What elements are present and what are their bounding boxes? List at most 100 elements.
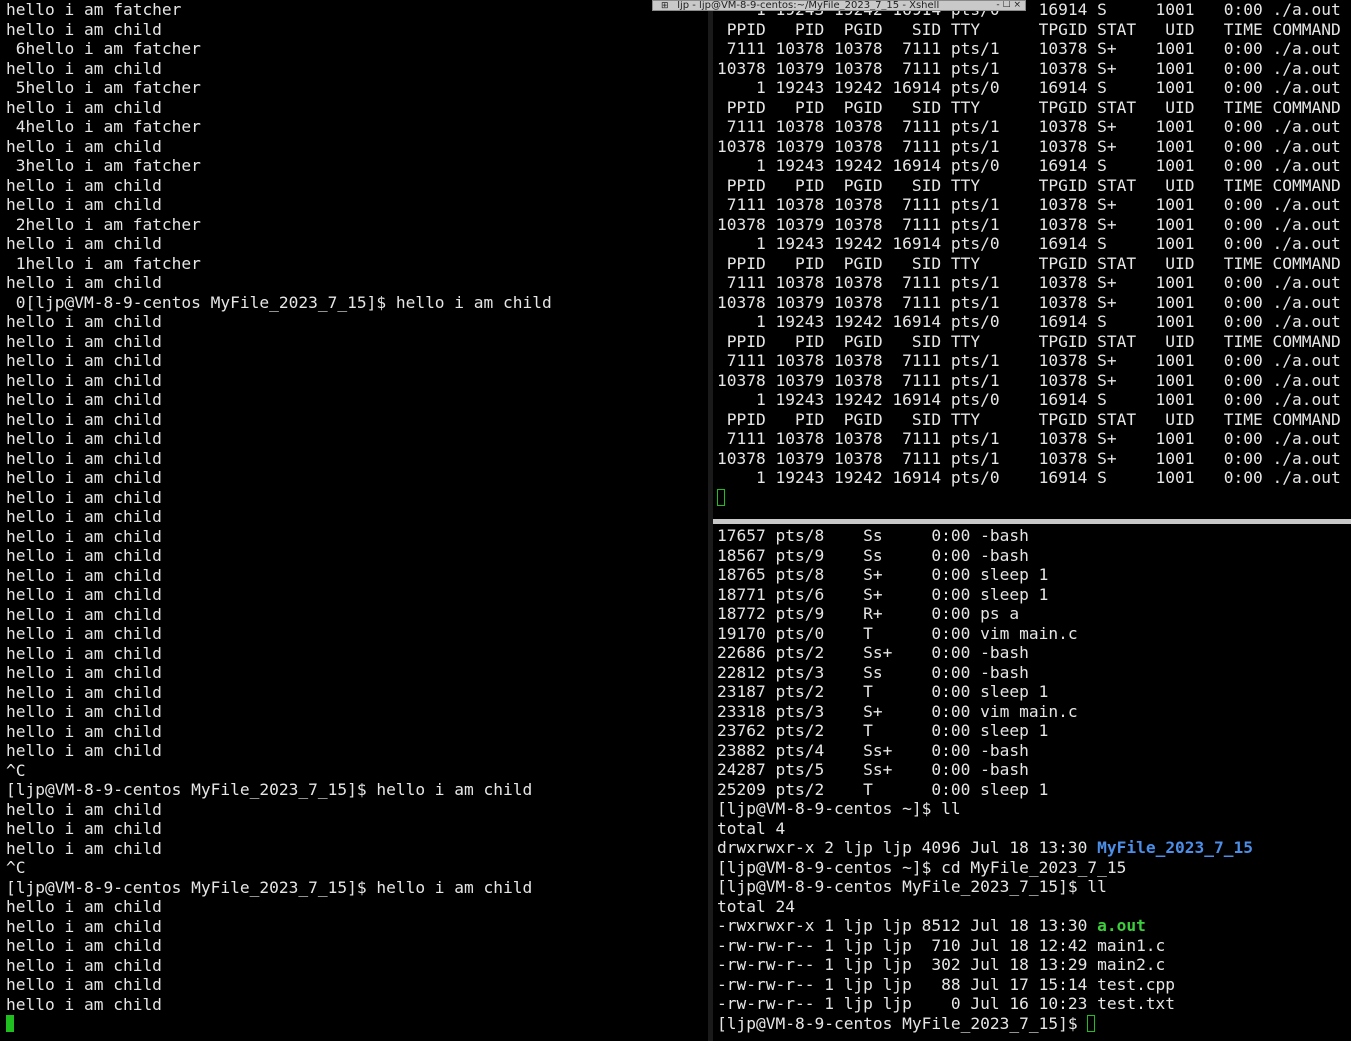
terminal-line: hello i am child (6, 604, 162, 624)
terminal-line: 4hello i am fatcher (6, 117, 201, 136)
terminal-line: hello i am child (6, 643, 162, 663)
ps-output-line: 10378 10379 10378 7111 pts/1 10378 S+ 10… (717, 448, 1341, 468)
ps-output-line: PPID PID PGID SID TTY TPGID STAT UID TIM… (717, 97, 1341, 117)
terminal-line: hello i am child (6, 468, 162, 487)
terminal-line: hello i am child (6, 507, 162, 526)
ps-output-line: PPID PID PGID SID TTY TPGID STAT UID TIM… (717, 253, 1341, 273)
terminal-line: hello i am child (6, 585, 162, 604)
terminal-line: 2hello i am fatcher (6, 214, 201, 234)
terminal-line: hello i am child (6, 351, 162, 370)
ls-entry-executable: -rwxrwxr-x 1 ljp ljp 8512 Jul 18 13:30 a… (717, 916, 1347, 936)
ps-output-line: 7111 10378 10378 7111 pts/1 10378 S+ 100… (717, 273, 1341, 292)
terminal-line: hello i am child (6, 234, 162, 253)
ps-output-line: 23187 pts/2 T 0:00 sleep 1 (717, 682, 1049, 701)
ps-output-line: PPID PID PGID SID TTY TPGID STAT UID TIM… (717, 331, 1341, 351)
ls-entry-details: -rwxrwxr-x 1 ljp ljp 8512 Jul 18 13:30 (717, 916, 1098, 935)
terminal-cursor (6, 1015, 14, 1032)
terminal-line: hello i am child (6, 97, 162, 117)
ps-output-line: 19170 pts/0 T 0:00 vim main.c (717, 623, 1078, 643)
ps-output-line: total 4 (717, 818, 786, 838)
terminal-line: hello i am child (6, 175, 162, 195)
terminal-line: hello i am child (6, 994, 162, 1014)
terminal-line: hello i am child (6, 663, 162, 682)
terminal-line: hello i am child (6, 526, 162, 546)
terminal-line: hello i am child (6, 799, 162, 819)
ps-output-line: 17657 pts/8 Ss 0:00 -bash (717, 526, 1029, 545)
terminal-line: hello i am child (6, 312, 162, 331)
terminal-line: hello i am child (6, 136, 162, 156)
terminal-cursor (1087, 1014, 1096, 1032)
ps-output-line: PPID PID PGID SID TTY TPGID STAT UID TIM… (717, 19, 1341, 39)
left-terminal-pane[interactable]: hello i am fatcher hello i am child 6hell… (0, 0, 708, 1041)
ps-output-line: 18765 pts/8 S+ 0:00 sleep 1 (717, 565, 1049, 584)
ps-output-line: 7111 10378 10378 7111 pts/1 10378 S+ 100… (717, 117, 1341, 136)
terminal-line: hello i am child (6, 546, 162, 565)
ps-output-line: 23762 pts/2 T 0:00 sleep 1 (717, 721, 1049, 740)
ps-output-line: 7111 10378 10378 7111 pts/1 10378 S+ 100… (717, 195, 1341, 214)
terminal-line: hello i am child (6, 838, 162, 858)
executable-name: a.out (1097, 916, 1146, 935)
ps-output-line: 22686 pts/2 Ss+ 0:00 -bash (717, 643, 1029, 662)
ps-output-line: 24287 pts/5 Ss+ 0:00 -bash (717, 760, 1029, 779)
ls-entry-details: drwxrwxr-x 2 ljp ljp 4096 Jul 18 13:30 (717, 838, 1098, 857)
terminal-line: hello i am child (6, 58, 162, 78)
terminal-line: hello i am child (6, 682, 162, 702)
terminal-line: hello i am child (6, 331, 162, 351)
window-title: ljp - ljp@VM-8-9-centos:~/MyFile_2023_7_… (677, 0, 940, 11)
terminal-line: hello i am child (6, 975, 162, 994)
terminal-line: 0[ljp@VM-8-9-centos MyFile_2023_7_15]$ h… (6, 292, 552, 312)
terminal-line: hello i am child (6, 916, 162, 936)
ps-output-line: 7111 10378 10378 7111 pts/1 10378 S+ 100… (717, 351, 1341, 370)
left-cursor-line (6, 1014, 708, 1034)
ls-entry-file: -rw-rw-r-- 1 ljp ljp 710 Jul 18 12:42 ma… (717, 935, 1166, 955)
terminal-line: hello i am child (6, 429, 162, 448)
ps-output-line: 22812 pts/3 Ss 0:00 -bash (717, 662, 1029, 682)
ps-output-line: 1 19243 19242 16914 pts/0 16914 S 1001 0… (717, 234, 1341, 253)
ps-output-line: 23882 pts/4 Ss+ 0:00 -bash (717, 740, 1029, 760)
terminal-line: [ljp@VM-8-9-centos MyFile_2023_7_15]$ he… (6, 877, 533, 897)
window-controls[interactable]: - ☐ × (996, 1, 1021, 10)
ps-output-line: 10378 10379 10378 7111 pts/1 10378 S+ 10… (717, 136, 1341, 156)
xshell-app-icon: ⊞ (661, 1, 669, 11)
shell-prompt-line[interactable]: [ljp@VM-8-9-centos MyFile_2023_7_15]$ (717, 1014, 1347, 1034)
terminal-line: 3hello i am fatcher (6, 156, 201, 175)
ps-output-line: 7111 10378 10378 7111 pts/1 10378 S+ 100… (717, 429, 1341, 448)
terminal-line: total 24 (717, 896, 795, 916)
ps-output-line: 1 19243 19242 16914 pts/0 16914 S 1001 0… (717, 312, 1341, 331)
ps-output-line: 1 19243 19242 16914 pts/0 16914 S 1001 0… (717, 156, 1341, 175)
ps-output-line: 10378 10379 10378 7111 pts/1 10378 S+ 10… (717, 292, 1341, 312)
ls-entry-file: -rw-rw-r-- 1 ljp ljp 302 Jul 18 13:29 ma… (717, 955, 1166, 974)
terminal-line: hello i am child (6, 702, 162, 721)
terminal-line: hello i am child (6, 409, 162, 429)
ls-entry-directory: drwxrwxr-x 2 ljp ljp 4096 Jul 18 13:30 M… (717, 838, 1347, 858)
terminal-line: hello i am child (6, 565, 162, 585)
left-terminal-output: hello i am fatcher hello i am child 6hell… (6, 0, 708, 1034)
terminal-cursor (717, 488, 725, 506)
bottom-right-terminal-output: 17657 pts/8 Ss 0:00 -bash 18567 pts/9 Ss … (717, 526, 1347, 1033)
ps-output-line: [ljp@VM-8-9-centos ~]$ ll (717, 799, 961, 818)
ps-output-line: 18771 pts/6 S+ 0:00 sleep 1 (717, 584, 1049, 604)
ps-output-line: 25209 pts/2 T 0:00 sleep 1 (717, 779, 1049, 799)
ls-entry-file: -rw-rw-r-- 1 ljp ljp 88 Jul 17 15:14 tes… (717, 974, 1176, 994)
terminal-line: ^C (6, 858, 26, 877)
terminal-line: hello i am child (6, 19, 162, 39)
ps-output-line: 10378 10379 10378 7111 pts/1 10378 S+ 10… (717, 58, 1341, 78)
terminal-line: [ljp@VM-8-9-centos ~]$ cd MyFile_2023_7_… (717, 857, 1127, 877)
ps-output-line: 18772 pts/9 R+ 0:00 ps a (717, 604, 1020, 623)
terminal-line: hello i am child (6, 741, 162, 760)
terminal-line: hello i am child (6, 370, 162, 390)
ps-output-line: 18567 pts/9 Ss 0:00 -bash (717, 545, 1029, 565)
ps-output-line: 1 19243 19242 16914 pts/0 16914 S 1001 0… (717, 390, 1341, 409)
terminal-line: 1hello i am fatcher (6, 253, 201, 273)
shell-prompt: [ljp@VM-8-9-centos MyFile_2023_7_15]$ (717, 1013, 1088, 1033)
top-right-cursor-line (717, 488, 1351, 508)
xshell-title-bar[interactable]: ⊞ ljp - ljp@VM-8-9-centos:~/MyFile_2023_… (652, 0, 1026, 11)
ls-entry-file: -rw-rw-r-- 1 ljp ljp 0 Jul 16 10:23 test… (717, 994, 1176, 1013)
terminal-line: hello i am child (6, 819, 162, 838)
terminal-line: hello i am child (6, 721, 162, 741)
terminal-line: hello i am child (6, 955, 162, 975)
terminal-line: hello i am child (6, 897, 162, 916)
terminal-line: hello i am child (6, 624, 162, 643)
terminal-line: [ljp@VM-8-9-centos MyFile_2023_7_15]$ he… (6, 780, 533, 799)
top-right-terminal-pane[interactable]: 1 19243 19242 16914 pts/0 16914 S 1001 0… (713, 0, 1351, 519)
